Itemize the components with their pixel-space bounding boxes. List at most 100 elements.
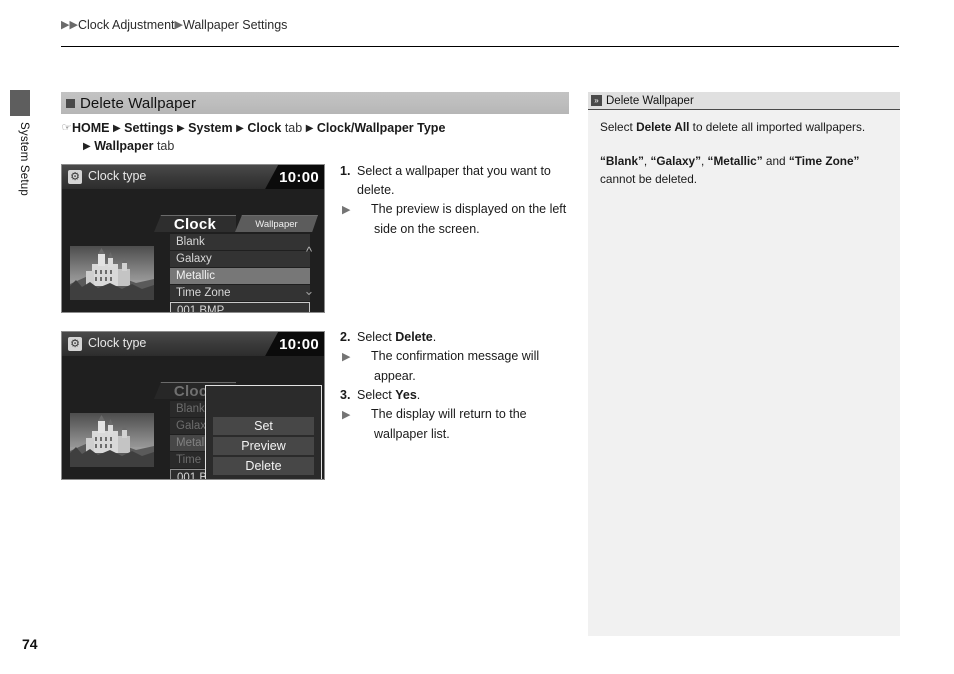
step-1-number: 1. — [340, 164, 351, 178]
nav-arrow-icon-4: ▶ — [305, 123, 314, 134]
step-3-tail: . — [416, 388, 421, 402]
instruction-steps-group-1: 1. Select a wallpaper that you want to d… — [340, 162, 580, 239]
wallpaper-item-blank-1[interactable]: Blank — [170, 234, 310, 250]
step-2-substep-text: The confirmation message will appear. — [371, 349, 540, 383]
step-2-number: 2. — [340, 330, 351, 344]
device-clock-1: 10:00 — [279, 168, 319, 186]
device-screenshot-2: ⚙ Clock type 10:00 Clock Blank Galaxy Me… — [61, 331, 325, 480]
step-3-lead: Select — [357, 388, 396, 402]
device-tab-wallpaper-1[interactable]: Wallpaper — [235, 215, 318, 232]
step-3-number: 3. — [340, 388, 351, 402]
side-tab-label: System Setup — [18, 122, 30, 196]
nav-arrow-icon-5: ▶ — [83, 141, 91, 152]
wallpaper-preview-thumbnail-2 — [70, 413, 154, 467]
device-body-1: Clock Wallpaper Blank Galaxy Metallic Ti… — [62, 189, 324, 312]
step-1-substep: ▶ The preview is displayed on the left si… — [340, 200, 580, 239]
nav-arrow-icon-2: ▶ — [176, 123, 185, 134]
side-note-paragraph-1: Select Delete All to delete all imported… — [600, 118, 888, 136]
nav-system: System — [188, 121, 233, 135]
chevron-up-icon[interactable]: ^ — [306, 244, 312, 259]
step-3: 3. Select Yes. — [340, 386, 580, 405]
wallpaper-item-001bmp-1[interactable]: 001.BMP — [170, 302, 310, 312]
device-title-2: Clock type — [88, 336, 147, 350]
step-2-bold: Delete — [395, 330, 433, 344]
navigation-path: ☞HOME ▶ Settings ▶ System ▶ Clock tab ▶ … — [61, 120, 581, 156]
nav-arrow-icon-1: ▶ — [112, 123, 121, 134]
list-scroll-arrows-1: ^ ⌄ — [300, 245, 318, 297]
nav-arrow-icon-3: ▶ — [236, 123, 244, 134]
note-p2-and: and — [762, 154, 789, 168]
section-bullet-icon — [66, 98, 75, 108]
breadcrumb-item-1: Clock Adjustment — [77, 18, 175, 32]
breadcrumb-arrow-icon-2: ▶ — [69, 19, 78, 31]
instruction-steps-group-2: 2. Select Delete. ▶ The confirmation mess… — [340, 328, 580, 444]
step-1-text: Select a wallpaper that you want to dele… — [357, 164, 551, 197]
header-divider — [61, 46, 899, 47]
side-tab-marker — [10, 90, 30, 116]
wallpaper-item-galaxy-1[interactable]: Galaxy — [170, 251, 310, 267]
popup-delete-button[interactable]: Delete — [213, 457, 314, 475]
section-title-text: Delete Wallpaper — [80, 94, 197, 112]
note-p2-q1: “Blank” — [600, 154, 644, 168]
side-note-header: » Delete Wallpaper — [588, 92, 900, 110]
step-3-substep: ▶ The display will return to the wallpape… — [340, 405, 580, 444]
note-p2-q3: “Metallic” — [707, 154, 763, 168]
nav-home: HOME — [72, 121, 110, 135]
step-3-bold: Yes — [395, 388, 417, 402]
nav-wallpaper-tab-suffix: tab — [153, 139, 175, 153]
device-body-2: Clock Blank Galaxy Metallic Time 001.B ^… — [62, 356, 324, 479]
step-3-substep-text: The display will return to the wallpaper… — [371, 407, 527, 441]
step-2-tail: . — [432, 330, 437, 344]
substep-arrow-icon-3: ▶ — [342, 409, 351, 421]
note-p1-tail: to delete all imported wallpapers. — [689, 120, 866, 134]
nav-clock-tab-suffix: tab — [281, 121, 303, 135]
step-3-text: Select Yes. — [357, 386, 580, 405]
step-2: 2. Select Delete. — [340, 328, 580, 347]
section-title-bar: Delete Wallpaper — [61, 92, 569, 114]
castle-photo-svg — [70, 413, 154, 467]
nav-settings: Settings — [124, 121, 174, 135]
device-tabs-1: Clock Wallpaper — [154, 215, 318, 232]
side-note-box: » Delete Wallpaper Select Delete All to … — [588, 92, 900, 636]
side-note-paragraph-2: “Blank”, “Galaxy”, “Metallic” and “Time … — [600, 152, 888, 188]
popup-preview-button[interactable]: Preview — [213, 437, 314, 455]
gear-icon: ⚙ — [68, 337, 82, 351]
step-2-text: Select Delete. — [357, 328, 580, 347]
nav-clock: Clock — [247, 121, 282, 135]
note-p1-bold: Delete All — [636, 120, 690, 134]
substep-arrow-icon-1: ▶ — [342, 204, 351, 216]
device-clock-2: 10:00 — [279, 335, 319, 353]
breadcrumb-arrow-icon-1: ▶ — [61, 19, 70, 31]
breadcrumb: ▶▶Clock Adjustment▶Wallpaper Settings — [61, 18, 899, 48]
step-2-substep: ▶ The confirmation message will appear. — [340, 347, 580, 386]
hand-pointer-icon: ☞ — [61, 122, 72, 134]
note-p2-q2: “Galaxy” — [650, 154, 701, 168]
side-note-body: Select Delete All to delete all imported… — [588, 111, 900, 204]
wallpaper-preview-thumbnail-1 — [70, 246, 154, 300]
side-note-title: Delete Wallpaper — [606, 94, 694, 107]
breadcrumb-arrow-icon-3: ▶ — [174, 19, 183, 31]
double-chevron-right-icon: » — [591, 95, 602, 106]
step-1-substep-text: The preview is displayed on the left sid… — [371, 202, 567, 236]
wallpaper-list-1: Blank Galaxy Metallic Time Zone 001.BMP — [170, 234, 310, 312]
context-popup-menu: Set Preview Delete — [205, 385, 322, 479]
substep-arrow-icon-2: ▶ — [342, 351, 351, 363]
castle-photo-svg — [70, 246, 154, 300]
device-screenshot-1: ⚙ Clock type 10:00 Clock Wallpaper Blank… — [61, 164, 325, 313]
device-title-1: Clock type — [88, 169, 147, 183]
gear-icon: ⚙ — [68, 170, 82, 184]
popup-set-button[interactable]: Set — [213, 417, 314, 435]
note-p2-q4: “Time Zone” — [788, 154, 860, 168]
step-1: 1. Select a wallpaper that you want to d… — [340, 162, 580, 200]
nav-clock-wallpaper-type: Clock/Wallpaper Type — [316, 121, 446, 135]
device-tab-clock-1[interactable]: Clock — [154, 215, 236, 232]
note-p2-tail: cannot be deleted. — [600, 172, 698, 186]
chevron-down-icon[interactable]: ⌄ — [300, 284, 318, 297]
note-p1-lead: Select — [600, 120, 637, 134]
section-side-tab: System Setup — [10, 90, 30, 240]
step-2-lead: Select — [357, 330, 396, 344]
page-number: 74 — [22, 636, 38, 652]
wallpaper-item-metallic-1[interactable]: Metallic — [170, 268, 310, 284]
wallpaper-item-timezone-1[interactable]: Time Zone — [170, 285, 310, 301]
breadcrumb-item-2: Wallpaper Settings — [182, 18, 288, 32]
